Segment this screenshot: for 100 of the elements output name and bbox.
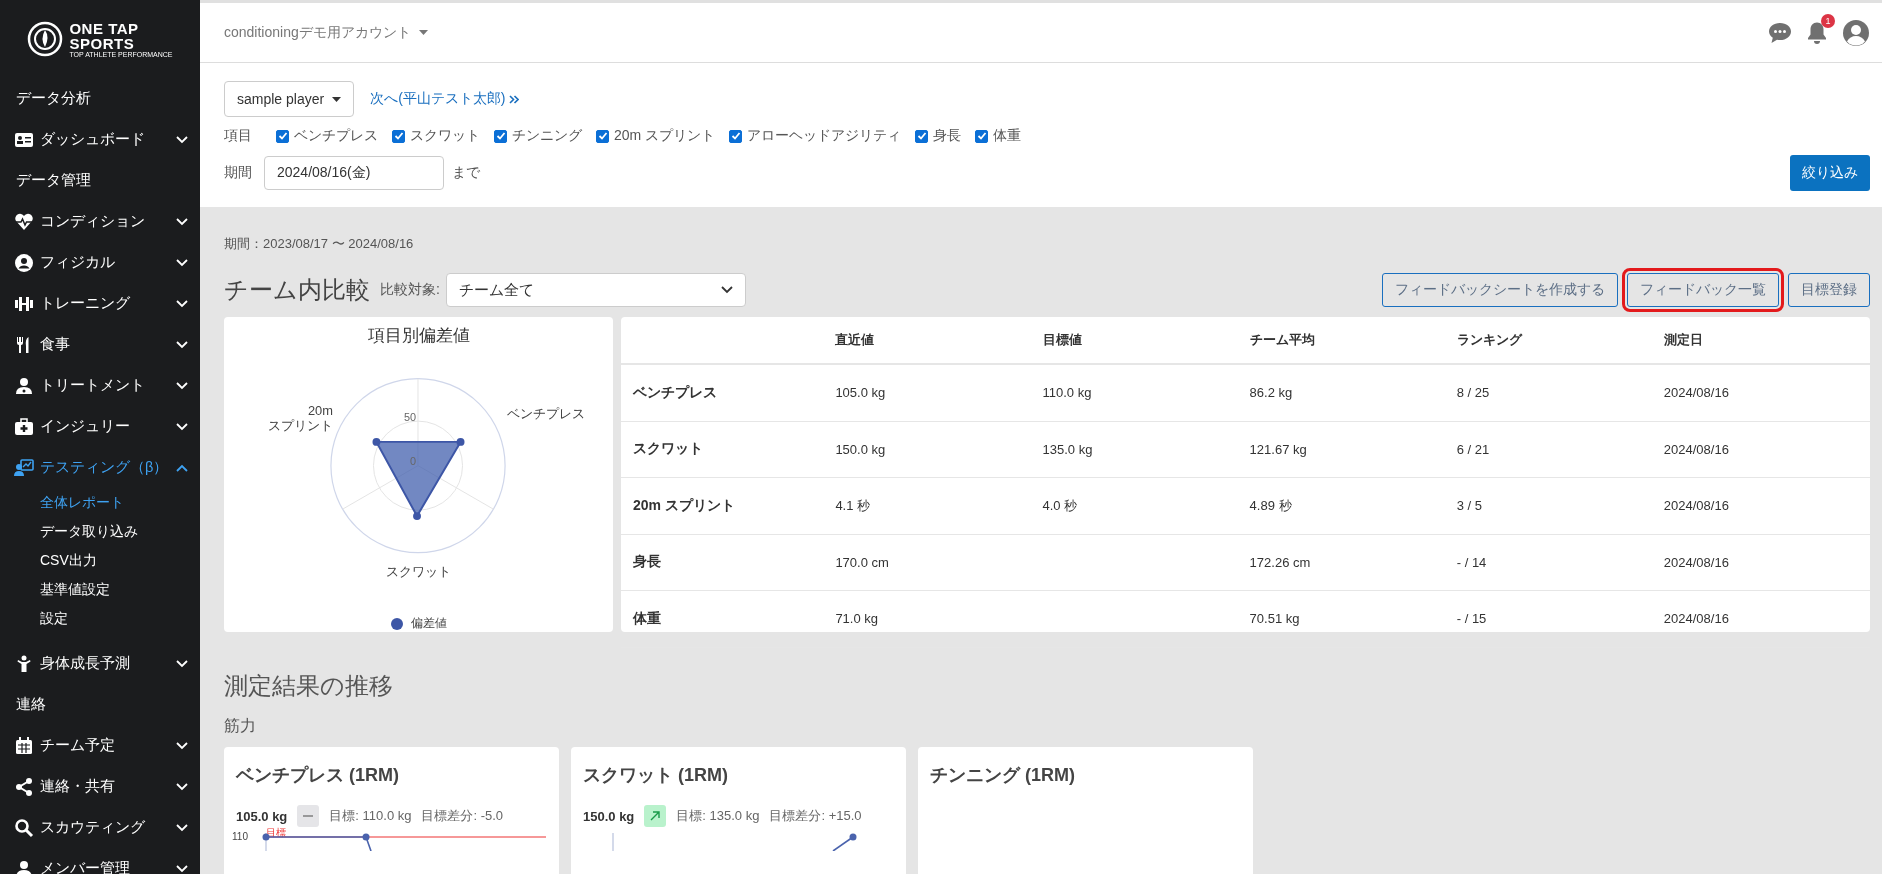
compare-select[interactable]: チーム全て <box>445 273 746 307</box>
menu-item[interactable]: 連絡・共有 <box>0 766 200 807</box>
checkbox[interactable] <box>975 129 989 143</box>
table-cell: - / 14 <box>1455 534 1663 591</box>
submenu-item[interactable]: 全体レポート <box>40 488 200 517</box>
logo-text: ONE TAP <box>69 20 140 36</box>
menu-item[interactable]: トレーニング <box>0 283 200 324</box>
table-cell: 4.1 秒 <box>834 477 1042 534</box>
checkbox[interactable] <box>915 129 929 143</box>
table-cell: 2024/08/16 <box>1662 590 1870 647</box>
outline-button[interactable]: フィードバックシートを作成する <box>1382 273 1618 307</box>
menu-label: 食事 <box>40 335 71 354</box>
column-header: ランキング <box>1455 317 1663 364</box>
tick-label: 0 <box>410 454 417 467</box>
date-field[interactable]: 2024/08/16(金) <box>264 156 444 190</box>
checkbox[interactable] <box>494 129 507 143</box>
menu-item[interactable]: ダッシュボード <box>0 119 200 160</box>
user-icon <box>14 858 34 874</box>
checkbox[interactable] <box>596 129 609 143</box>
submenu-item[interactable]: CSV出力 <box>40 546 200 575</box>
table-cell: 8 / 25 <box>1455 364 1663 421</box>
chevron-icon <box>176 381 188 390</box>
chart-title: 項目別偏差値 <box>367 325 470 347</box>
chevron-icon <box>176 741 188 750</box>
menu-label: テスティング（β） <box>40 458 170 477</box>
medical-kit-icon <box>14 416 34 437</box>
menu-item[interactable]: 身体成長予測 <box>0 643 200 684</box>
tick-label: 110 <box>232 831 248 842</box>
menu-label: 連絡・共有 <box>40 777 116 796</box>
card-title: ベンチプレス (1RM) <box>236 764 400 787</box>
checkbox[interactable] <box>276 129 289 143</box>
table-cell: 110.0 kg <box>1041 364 1249 421</box>
submenu-item[interactable]: データ取り込み <box>40 517 200 546</box>
menu-item[interactable]: コンディション <box>0 201 200 242</box>
row-label: ベンチプレス <box>621 364 835 421</box>
checkbox-label: ベンチプレス <box>294 127 378 145</box>
menu-label: フィジカル <box>40 253 116 272</box>
table-cell: 121.67 kg <box>1248 421 1456 478</box>
checkbox[interactable] <box>729 129 743 143</box>
menu-label: コンディション <box>40 212 146 231</box>
axis-label: スクワット <box>385 564 451 580</box>
menu-item[interactable]: チーム予定 <box>0 725 200 766</box>
menu-item[interactable]: フィジカル <box>0 242 200 283</box>
target-diff: 目標差分: +15.0 <box>769 807 862 825</box>
logo-text: SPORTS <box>69 35 136 51</box>
chevron-icon <box>176 864 188 873</box>
compare-label: 比較対象: <box>380 281 440 299</box>
menu-item[interactable]: テスティング（β） <box>0 447 200 488</box>
outline-button[interactable]: 目標登録 <box>1788 273 1870 307</box>
target-text: 目標: 110.0 kg <box>329 807 412 825</box>
heart-pulse-icon <box>14 211 34 232</box>
menu-item[interactable]: メンバー管理 <box>0 848 200 874</box>
card-title: チンニング (1RM) <box>930 764 1076 787</box>
menu-item[interactable]: 食事 <box>0 324 200 365</box>
section-title: チーム内比較 <box>224 275 370 305</box>
column-header: 目標値 <box>1041 317 1249 364</box>
menu-label: チーム予定 <box>40 736 116 755</box>
chevron-icon <box>176 340 188 349</box>
table-cell: - / 15 <box>1455 590 1663 647</box>
menu-label: 身体成長予測 <box>40 654 131 673</box>
legend-dot <box>390 617 403 630</box>
target-diff: 目標差分: -5.0 <box>421 807 504 825</box>
checkbox-label: 体重 <box>993 127 1022 145</box>
checkbox-label: 20m スプリント <box>614 127 716 145</box>
table-cell: 2024/08/16 <box>1662 364 1870 421</box>
chat-icon[interactable] <box>1768 21 1792 44</box>
period-text: 期間：2023/08/17 〜 2024/08/16 <box>224 235 415 253</box>
filter-button[interactable]: 絞り込み <box>1790 155 1870 191</box>
table-cell: 71.0 kg <box>834 590 1042 647</box>
legend-label: 偏差値 <box>410 615 447 632</box>
menu-label: トリートメント <box>40 376 146 395</box>
chevron-icon <box>176 299 188 308</box>
submenu-item[interactable]: 基準値設定 <box>40 575 200 604</box>
table-cell: 135.0 kg <box>1041 421 1249 478</box>
column-header: チーム平均 <box>1248 317 1456 364</box>
target-text: 目標: 135.0 kg <box>676 807 760 825</box>
column-header: 直近値 <box>834 317 1042 364</box>
row-label: 体重 <box>621 590 835 647</box>
chevron-icon <box>176 135 188 144</box>
current-value: 150.0 kg <box>583 808 635 824</box>
chevron-icon <box>176 659 188 668</box>
menu-label: メンバー管理 <box>40 859 131 874</box>
user-avatar-icon[interactable] <box>1842 18 1870 47</box>
table-cell: 172.26 cm <box>1248 534 1456 591</box>
caret-icon <box>332 96 342 102</box>
menu-item[interactable]: スカウティング <box>0 807 200 848</box>
next-player-link[interactable]: 次へ(平山テスト太郎) <box>370 90 520 108</box>
table-cell: 86.2 kg <box>1248 364 1456 421</box>
account-dropdown[interactable]: conditioningデモ用アカウント <box>224 23 428 42</box>
outline-button[interactable]: フィードバック一覧 <box>1627 273 1779 307</box>
menu-item[interactable]: トリートメント <box>0 365 200 406</box>
checkbox-label: チンニング <box>512 127 582 145</box>
player-dropdown[interactable]: sample player <box>224 81 355 117</box>
tick-label: 50 <box>404 411 417 424</box>
menu-item[interactable]: インジュリー <box>0 406 200 447</box>
bell-icon[interactable] <box>1806 20 1828 45</box>
table-cell: 2024/08/16 <box>1662 421 1870 478</box>
checkbox[interactable] <box>392 129 405 143</box>
checkbox-label: 身長 <box>933 127 962 145</box>
submenu-item[interactable]: 設定 <box>40 604 200 633</box>
